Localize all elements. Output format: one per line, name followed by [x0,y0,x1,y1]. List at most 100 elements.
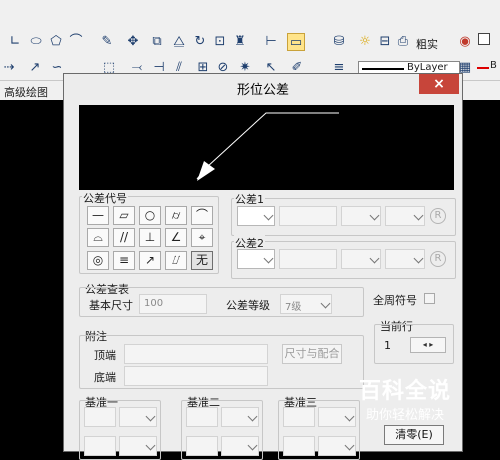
symbol-group-label: 公差代号 [82,190,128,206]
all-around-label: 全周符号 [373,294,417,307]
tolerance-grade-value: 7级 [285,302,302,313]
tolerance2-diameter-dropdown[interactable] [237,249,275,269]
tolerance1-extra-dropdown[interactable] [385,206,425,226]
chevron-down-icon [413,210,424,221]
datum2-modifier-dropdown[interactable] [221,407,259,427]
basic-size-label: 基本尺寸 [89,299,133,312]
concentricity-symbol[interactable]: ◎ [87,251,109,270]
none-symbol[interactable]: 无 [191,251,213,270]
polygon-icon[interactable]: ⬠ [47,33,65,51]
position-symbol[interactable]: ⌖ [191,228,213,247]
tolerance-grade-dropdown[interactable]: 7级 [280,294,332,314]
tolerance1-r-icon[interactable]: R [430,208,446,224]
chevron-down-icon [145,411,156,422]
tolerance-grade-label: 公差等级 [226,299,270,312]
total-runout-symbol[interactable]: ⌰ [165,251,187,270]
move-icon[interactable]: ✥ [124,33,142,51]
brush-icon[interactable]: ✎ [98,33,116,51]
watermark: 百科全说 助你轻松解决 [350,373,460,425]
lightbulb-icon[interactable]: ☼ [356,33,374,51]
lineweight-label[interactable]: 粗实 [416,36,438,52]
row-spinner[interactable]: ◂ ▸ [410,337,446,353]
datum3-value2-field[interactable] [283,436,315,456]
chevron-down-icon [263,210,274,221]
rotate-icon[interactable]: ↻ [191,33,209,51]
tolerance2-extra-dropdown[interactable] [385,249,425,269]
chevron-down-icon [413,253,424,264]
chevron-down-icon [145,440,156,451]
datum1-value2-field[interactable] [84,436,116,456]
circularity-symbol[interactable]: ○ [139,206,161,225]
chevron-down-icon [263,253,274,264]
panel-label: 高级绘图 [4,86,48,99]
chevron-down-icon [369,210,380,221]
color-wheel-icon[interactable]: ◉ [456,33,474,51]
datum1-modifier-dropdown[interactable] [119,407,157,427]
chevron-down-icon [247,440,258,451]
current-row-value: 1 [384,339,391,352]
basic-size-field[interactable]: 100 [139,294,207,314]
chevron-down-icon [320,298,331,309]
line-icon[interactable]: ∟ [6,33,24,51]
straightness-symbol[interactable]: — [87,206,109,225]
truncated-label: B [490,60,497,71]
tolerance2-r-icon[interactable]: R [430,251,446,267]
tolerance1-modifier-dropdown[interactable] [341,206,381,226]
copy-icon[interactable]: ⧉ [148,33,166,51]
watermark-subtitle: 助你轻松解决 [365,408,444,423]
note-top-label: 顶端 [94,349,116,362]
dimension-icon[interactable]: ⊢ [262,33,280,51]
chevron-down-icon [369,253,380,264]
close-button[interactable]: × [419,74,459,94]
scale-icon[interactable]: ⊡ [211,33,229,51]
all-around-checkbox[interactable] [424,293,435,304]
layer-icon[interactable]: ⛁ [330,33,348,51]
leader-preview-graphic [196,112,339,181]
dialog-titlebar[interactable]: 形位公差 × [64,74,462,100]
chevron-down-icon [247,411,258,422]
datum2-value-field[interactable] [186,407,218,427]
tolerance-preview [79,105,454,190]
circular-runout-symbol[interactable]: ↗ [139,251,161,270]
datum2-value2-field[interactable] [186,436,218,456]
watermark-title: 百科全说 [358,379,451,404]
cylindricity-symbol[interactable]: ⌭ [165,206,187,225]
size-match-button[interactable]: 尺寸与配合 [282,344,342,364]
arrow-icon[interactable]: ⇢ [0,59,18,77]
line-profile-symbol[interactable]: ⌒ [191,206,213,225]
ellipse-icon[interactable]: ⬭ [27,33,45,51]
note-bottom-label: 底端 [94,371,116,384]
pencil-icon[interactable]: ↗ [26,59,44,77]
note-top-field[interactable] [124,344,268,364]
basic-size-value: 100 [144,298,164,309]
flatness-symbol[interactable]: ▱ [113,206,135,225]
tolerance1-diameter-dropdown[interactable] [237,206,275,226]
tolerance2-modifier-dropdown[interactable] [341,249,381,269]
datum1-modifier2-dropdown[interactable] [119,436,157,456]
lock-icon[interactable]: ⊟ [376,33,394,51]
row-next-button[interactable]: ▸ [429,340,433,349]
symmetry-symbol[interactable]: ≡ [113,251,135,270]
note-bottom-field[interactable] [124,366,268,386]
datum2-modifier2-dropdown[interactable] [221,436,259,456]
perpendicularity-symbol[interactable]: ⊥ [139,228,161,247]
angularity-symbol[interactable]: ∠ [165,228,187,247]
surface-profile-symbol[interactable]: ⌓ [87,228,109,247]
stamp-icon[interactable]: ♜ [231,33,249,51]
dim-style-icon[interactable]: ▭ [287,33,305,51]
tolerance1-value-field[interactable] [279,206,337,226]
datum3-modifier2-dropdown[interactable] [318,436,356,456]
tolerance2-value-field[interactable] [279,249,337,269]
row-prev-button[interactable]: ◂ [423,340,427,349]
dialog-title: 形位公差 [236,83,289,98]
clear-button[interactable]: 清零(E) [384,425,444,445]
mirror-icon[interactable]: ⧋ [170,33,188,51]
datum3-value-field[interactable] [283,407,315,427]
spline-icon[interactable]: ⌒ [67,33,85,51]
ribbon-row-1: ∟ ⬭ ⬠ ⌒ ✎ ✥ ⧉ ⧋ ↻ ⊡ ♜ ⊢ ▭ ⛁ ☼ ⊟ ⎙ 粗实 ◉ [0,33,500,59]
color-swatch[interactable] [478,33,490,45]
print-icon[interactable]: ⎙ [394,33,412,51]
chevron-down-icon [344,440,355,451]
datum1-value-field[interactable] [84,407,116,427]
parallelism-symbol[interactable]: // [113,228,135,247]
